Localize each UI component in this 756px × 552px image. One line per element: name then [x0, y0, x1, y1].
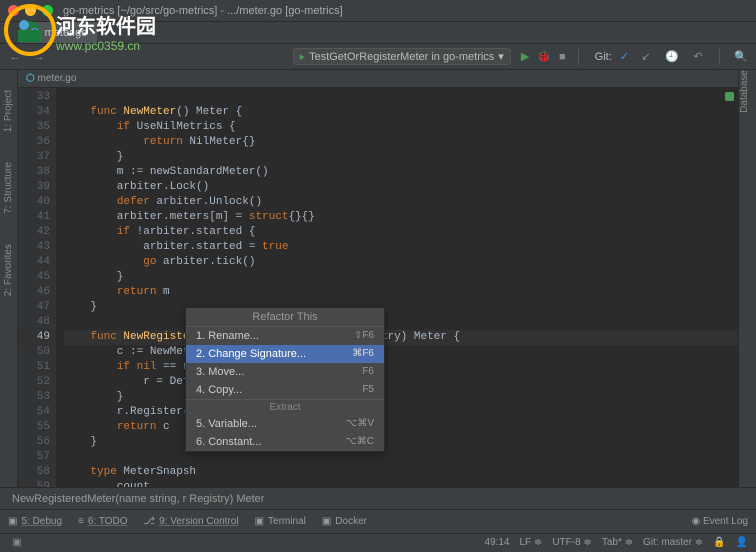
lock-icon[interactable]: 🔒 [713, 537, 725, 548]
menu-item[interactable]: 6. Constant...⌥⌘C [186, 433, 384, 451]
caret-position[interactable]: 49:14 [484, 537, 509, 548]
tool-favorites[interactable]: 2: Favorites [3, 244, 14, 296]
statusbar: ▣5: Debug ≡6: TODO ⎇9: Version Control ▣… [0, 509, 756, 533]
go-file-icon: ⬡ [26, 73, 35, 84]
menu-item[interactable]: 4. Copy...F5 [186, 381, 384, 399]
right-tool-gutter: Database [738, 70, 756, 487]
run-configuration-selector[interactable]: ▸ TestGetOrRegisterMeter in go-metrics ▾ [293, 48, 511, 65]
vcs-icon: ⎇ [144, 516, 156, 527]
run-config-label: TestGetOrRegisterMeter in go-metrics [309, 51, 494, 63]
search-button[interactable]: 🔍 [732, 48, 750, 66]
encoding[interactable]: UTF-8 ≑ [552, 537, 592, 548]
inspection-indicator[interactable] [725, 92, 734, 101]
gutter-line-numbers: 3334353637383940414243444546474849505152… [18, 88, 56, 487]
tool-window-button[interactable]: ▣ [8, 534, 26, 552]
menu-item[interactable]: 2. Change Signature...⌘F6 [186, 345, 384, 363]
debug-icon: ▣ [8, 516, 17, 527]
indent[interactable]: Tab* ≑ [602, 537, 633, 548]
tool-docker[interactable]: ▣Docker [322, 516, 367, 527]
menu-item[interactable]: 3. Move...F6 [186, 363, 384, 381]
tool-structure[interactable]: 7: Structure [3, 162, 14, 214]
tool-database[interactable]: Database [739, 70, 750, 121]
code-content[interactable]: func NewMeter() Meter { if UseNilMetrics… [56, 88, 738, 487]
divider [719, 49, 720, 65]
editor-breadcrumb[interactable]: ⬡ meter.go [18, 70, 738, 88]
event-log[interactable]: ◉ Event Log [691, 516, 748, 527]
breadcrumb-signature[interactable]: NewRegisteredMeter(name string, r Regist… [12, 493, 264, 505]
docker-icon: ▣ [322, 516, 331, 527]
refactor-context-menu: Refactor This 1. Rename...⇧F62. Change S… [185, 307, 385, 452]
divider [578, 49, 579, 65]
breadcrumb-text: meter.go [38, 73, 77, 84]
chevron-down-icon: ▾ [498, 50, 504, 63]
git-history-button[interactable]: 🕘 [663, 48, 681, 66]
git-branch[interactable]: Git: master ≑ [643, 537, 703, 548]
stop-button[interactable]: ■ [559, 51, 566, 63]
run-icon: ▸ [300, 50, 306, 63]
todo-icon: ≡ [78, 516, 84, 527]
terminal-icon: ▣ [255, 516, 264, 527]
menu-item[interactable]: 1. Rename...⇧F6 [186, 327, 384, 345]
tool-terminal[interactable]: ▣Terminal [255, 516, 306, 527]
menu-header: Refactor This [186, 308, 384, 327]
line-separator[interactable]: LF ≑ [519, 537, 542, 548]
watermark-text: 河东软件园 www.pc0359.cn [56, 10, 156, 53]
watermark-logo [4, 4, 56, 56]
git-revert-button[interactable]: ↶ [689, 48, 707, 66]
statusbar-info: ▣ 49:14 LF ≑ UTF-8 ≑ Tab* ≑ Git: master … [0, 533, 756, 551]
git-commit-button[interactable]: ↙ [637, 48, 655, 66]
git-update-button[interactable]: ✓ [620, 50, 629, 63]
hat-icon[interactable]: 👤 [736, 537, 748, 548]
git-label: Git: [595, 51, 612, 63]
tool-todo[interactable]: ≡6: TODO [78, 516, 128, 527]
tool-project[interactable]: 1: Project [3, 90, 14, 132]
tool-debug[interactable]: ▣5: Debug [8, 516, 62, 527]
run-button[interactable]: ▶ [521, 50, 529, 63]
bottom-breadcrumb: NewRegisteredMeter(name string, r Regist… [0, 487, 756, 509]
menu-item[interactable]: 5. Variable...⌥⌘V [186, 415, 384, 433]
tool-version-control[interactable]: ⎇9: Version Control [144, 516, 239, 527]
menu-section-extract: Extract [186, 399, 384, 415]
left-tool-gutter: 1: Project 7: Structure 2: Favorites [0, 70, 18, 487]
debug-button[interactable]: 🐞 [537, 50, 551, 63]
